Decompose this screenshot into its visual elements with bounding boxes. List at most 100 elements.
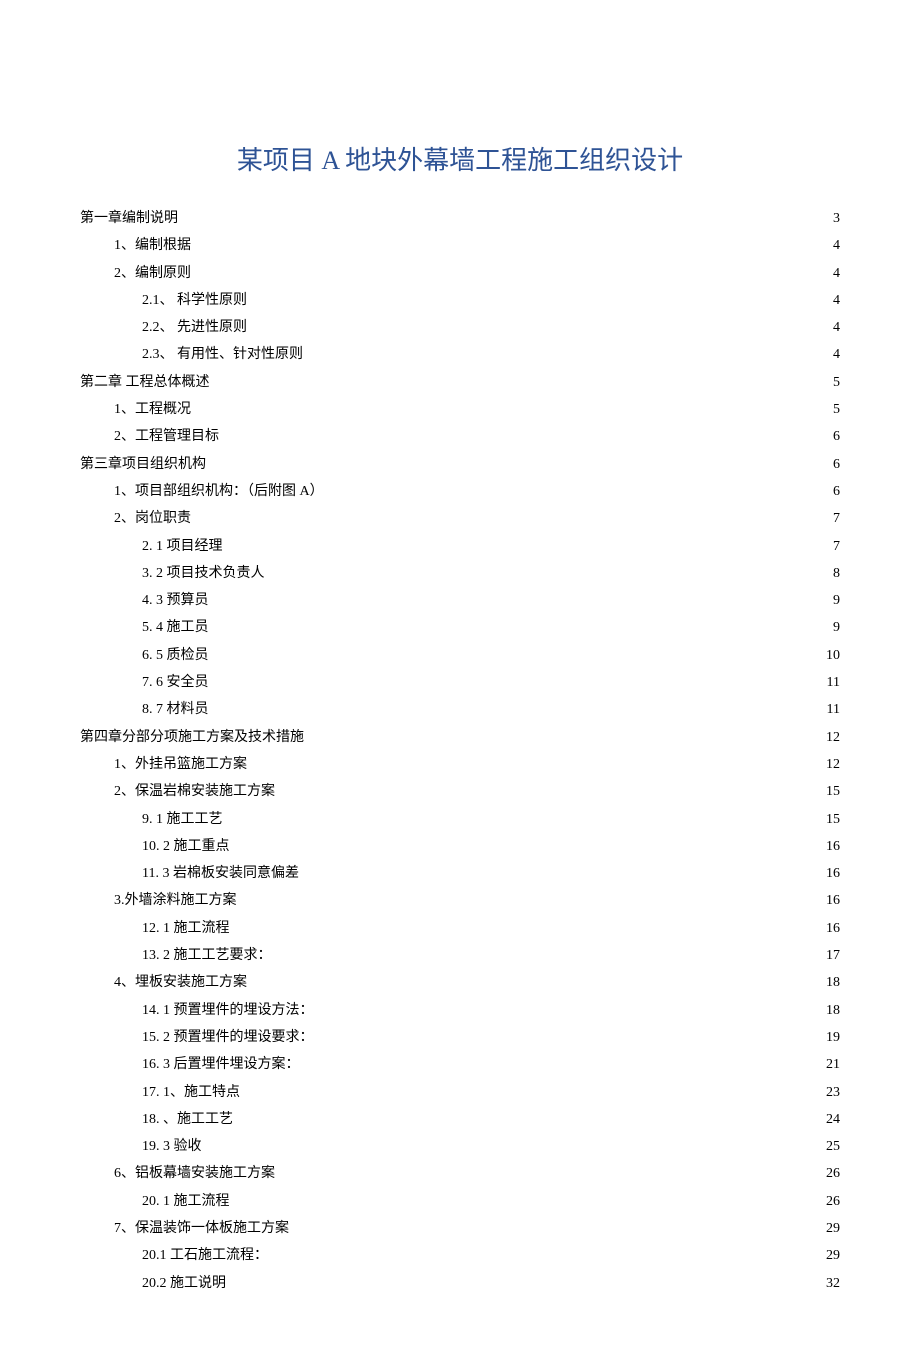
toc-label: 4、埋板安装施工方案 [114, 969, 247, 996]
toc-entry: 18. 、施工工艺 24 [80, 1106, 840, 1133]
toc-page-number: 16 [826, 887, 840, 914]
toc-entry: 20.1 工石施工流程： 29 [80, 1242, 840, 1269]
toc-page-number: 4 [833, 287, 840, 314]
toc-label: 2、编制原则 [114, 260, 191, 287]
toc-entry: 9. 1 施工工艺 15 [80, 806, 840, 833]
toc-page-number: 12 [826, 724, 840, 751]
toc-page-number: 9 [833, 587, 840, 614]
toc-label: 2.2、 先进性原则 [142, 314, 247, 341]
toc-entry: 6. 5 质检员 10 [80, 642, 840, 669]
toc-entry: 10. 2 施工重点 16 [80, 833, 840, 860]
toc-entry: 12. 1 施工流程 16 [80, 915, 840, 942]
toc-page-number: 7 [833, 505, 840, 532]
toc-label: 2、岗位职责 [114, 505, 191, 532]
toc-page-number: 19 [826, 1024, 840, 1051]
toc-entry: 3. 2 项目技术负责人8 [80, 560, 840, 587]
toc-entry: 7. 6 安全员 11 [80, 669, 840, 696]
toc-page-number: 4 [833, 341, 840, 368]
toc-entry: 1、项目部组织机构：（后附图 A） 6 [80, 478, 840, 505]
toc-page-number: 32 [826, 1270, 840, 1297]
toc-page-number: 18 [826, 997, 840, 1024]
toc-page-number: 11 [827, 696, 840, 723]
toc-page-number: 12 [826, 751, 840, 778]
toc-entry: 第一章编制说明 3 [80, 205, 840, 232]
toc-page-number: 23 [826, 1079, 840, 1106]
toc-label: 第三章项目组织机构 [80, 451, 206, 478]
toc-entry: 11. 3 岩棉板安装同意偏差16 [80, 860, 840, 887]
toc-page-number: 16 [826, 915, 840, 942]
toc-label: 12. 1 施工流程 [142, 915, 230, 942]
toc-entry: 1、工程概况 5 [80, 396, 840, 423]
toc-page-number: 16 [826, 833, 840, 860]
toc-label: 1、项目部组织机构：（后附图 A） [114, 478, 324, 505]
toc-label: 20.2 施工说明 [142, 1270, 226, 1297]
toc-page-number: 15 [826, 806, 840, 833]
toc-label: 19. 3 验收 [142, 1133, 202, 1160]
toc-label: 第四章分部分项施工方案及技术措施 [80, 724, 304, 751]
toc-label: 8. 7 材料员 [142, 696, 209, 723]
toc-label: 2.3、 有用性、针对性原则 [142, 341, 303, 368]
toc-page-number: 29 [826, 1242, 840, 1269]
toc-entry: 3.外墙涂料施工方案 16 [80, 887, 840, 914]
toc-entry: 2.3、 有用性、针对性原则 4 [80, 341, 840, 368]
toc-entry: 8. 7 材料员 11 [80, 696, 840, 723]
toc-label: 2、工程管理目标 [114, 423, 219, 450]
toc-label: 6. 5 质检员 [142, 642, 209, 669]
toc-label: 15. 2 预置埋件的埋设要求： [142, 1024, 314, 1051]
toc-label: 20. 1 施工流程 [142, 1188, 230, 1215]
toc-page-number: 6 [833, 478, 840, 505]
toc-label: 20.1 工石施工流程： [142, 1242, 268, 1269]
toc-page-number: 10 [826, 642, 840, 669]
toc-page-number: 4 [833, 314, 840, 341]
toc-page-number: 6 [833, 451, 840, 478]
toc-entry: 7、保温装饰一体板施工方案 29 [80, 1215, 840, 1242]
toc-label: 2.1、 科学性原则 [142, 287, 247, 314]
toc-label: 3.外墙涂料施工方案 [114, 887, 237, 914]
toc-label: 5. 4 施工员 [142, 614, 209, 641]
toc-page-number: 3 [833, 205, 840, 232]
toc-page-number: 17 [826, 942, 840, 969]
toc-label: 7、保温装饰一体板施工方案 [114, 1215, 289, 1242]
toc-page-number: 16 [826, 860, 840, 887]
toc-label: 7. 6 安全员 [142, 669, 209, 696]
toc-entry: 20. 1 施工流程 26 [80, 1188, 840, 1215]
toc-label: 6、铝板幕墙安装施工方案 [114, 1160, 275, 1187]
toc-label: 第一章编制说明 [80, 205, 178, 232]
toc-entry: 6、铝板幕墙安装施工方案26 [80, 1160, 840, 1187]
toc-entry: 2.2、 先进性原则 4 [80, 314, 840, 341]
toc-entry: 第四章分部分项施工方案及技术措施 12 [80, 724, 840, 751]
toc-page-number: 15 [826, 778, 840, 805]
toc-page-number: 7 [833, 533, 840, 560]
toc-label: 9. 1 施工工艺 [142, 806, 223, 833]
toc-entry: 2、保温岩棉安装施工方案15 [80, 778, 840, 805]
toc-label: 18. 、施工工艺 [142, 1106, 233, 1133]
toc-page-number: 26 [826, 1188, 840, 1215]
toc-entry: 17. 1、施工特点 23 [80, 1079, 840, 1106]
toc-label: 17. 1、施工特点 [142, 1079, 240, 1106]
toc-page-number: 6 [833, 423, 840, 450]
toc-label: 14. 1 预置埋件的埋设方法： [142, 997, 314, 1024]
toc-entry: 20.2 施工说明 32 [80, 1270, 840, 1297]
toc-page-number: 24 [826, 1106, 840, 1133]
toc-page-number: 9 [833, 614, 840, 641]
toc-entry: 4. 3 预算员 9 [80, 587, 840, 614]
toc-page-number: 4 [833, 232, 840, 259]
toc-label: 1、工程概况 [114, 396, 191, 423]
toc-page-number: 4 [833, 260, 840, 287]
toc-page-number: 21 [826, 1051, 840, 1078]
toc-page-number: 11 [827, 669, 840, 696]
table-of-contents: 第一章编制说明31、编制根据42、编制原则42.1、 科学性原则42.2、 先进… [80, 205, 840, 1297]
toc-page-number: 18 [826, 969, 840, 996]
toc-page-number: 29 [826, 1215, 840, 1242]
toc-entry: 2、编制原则 4 [80, 260, 840, 287]
toc-entry: 1、编制根据4 [80, 232, 840, 259]
toc-label: 10. 2 施工重点 [142, 833, 230, 860]
toc-label: 16. 3 后置埋件埋设方案： [142, 1051, 300, 1078]
toc-entry: 14. 1 预置埋件的埋设方法： 18 [80, 997, 840, 1024]
toc-page-number: 5 [833, 396, 840, 423]
toc-entry: 2、岗位职责 7 [80, 505, 840, 532]
toc-entry: 16. 3 后置埋件埋设方案： 21 [80, 1051, 840, 1078]
toc-label: 4. 3 预算员 [142, 587, 209, 614]
toc-entry: 1、外挂吊篮施工方案12 [80, 751, 840, 778]
toc-label: 3. 2 项目技术负责人 [142, 560, 265, 587]
